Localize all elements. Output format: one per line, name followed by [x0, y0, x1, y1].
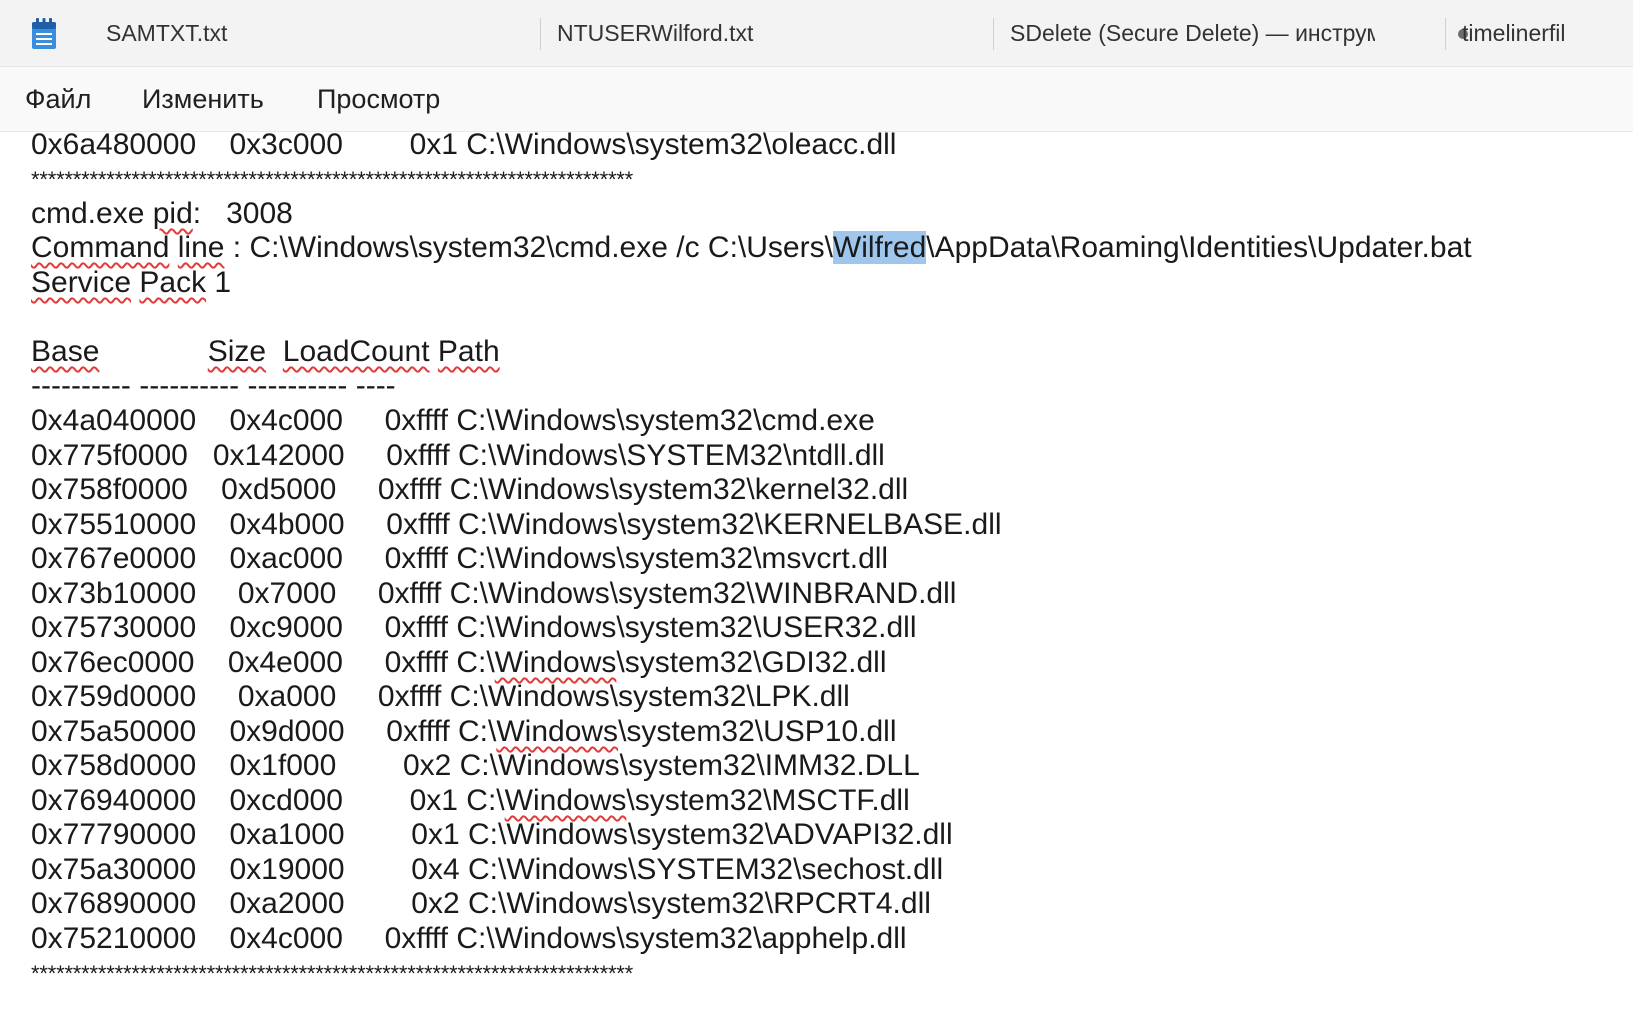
misspelled-word: Service: [31, 266, 132, 299]
separator-line: ****************************************…: [31, 167, 634, 192]
table-row: 0x76940000 0xcd000 0x1 C:\Windows\system…: [31, 783, 910, 819]
misspelled-word: Windows: [504, 784, 627, 817]
table-row: 0x758f0000 0xd5000 0xffff C:\Windows\sys…: [31, 473, 909, 506]
text: [169, 231, 177, 264]
header-size: Size: [207, 335, 267, 368]
table-row: 0x75730000 0xc9000 0xffff C:\Windows\sys…: [31, 611, 917, 644]
misspelled-word: Command: [31, 231, 170, 264]
menu-bar: Файл Изменить Просмотр: [0, 67, 1633, 132]
tab-separator: [1445, 18, 1446, 50]
table-row: 0x73b10000 0x7000 0xffff C:\Windows\syst…: [31, 577, 957, 610]
menu-file[interactable]: Файл: [25, 84, 91, 115]
table-row: 0x775f0000 0x142000 0xffff C:\Windows\SY…: [31, 439, 885, 472]
text: \system32\GDI32.dll: [616, 646, 887, 679]
text: \AppData\Roaming\Identities\Updater.bat: [926, 231, 1472, 264]
tab-label: NTUSERWilford.txt: [557, 20, 754, 46]
process-line: cmd.exe pid: 3008: [31, 196, 293, 232]
tab-label: SDelete (Secure Delete) — инструм: [1010, 20, 1375, 46]
tab-label: timelinerfil: [1462, 20, 1566, 46]
misspelled-word: line: [177, 231, 225, 264]
table-row: 0x75210000 0x4c000 0xffff C:\Windows\sys…: [31, 922, 907, 955]
text: \system32\USP10.dll: [618, 715, 897, 748]
text: [266, 335, 283, 368]
text: : 3008: [192, 197, 293, 230]
notepad-icon: [32, 18, 56, 49]
dash-line: ---------- ---------- ---------- ----: [31, 369, 396, 402]
misspelled-word: Windows: [496, 715, 619, 748]
menu-edit[interactable]: Изменить: [142, 84, 264, 115]
menu-view[interactable]: Просмотр: [317, 84, 440, 115]
text: [430, 335, 438, 368]
table-row: 0x4a040000 0x4c000 0xffff C:\Windows\sys…: [31, 404, 875, 437]
misspelled-word: Pack: [139, 266, 207, 299]
text: 0x75a50000 0x9d000 0xffff C:\: [31, 715, 497, 748]
text: [99, 335, 207, 368]
text-line: 0x6a480000 0x3c000 0x1 C:\Windows\system…: [31, 132, 897, 161]
table-row: 0x76890000 0xa2000 0x2 C:\Windows\system…: [31, 887, 931, 920]
separator-line: ****************************************…: [31, 961, 634, 986]
command-line: Command line : C:\Windows\system32\cmd.e…: [31, 230, 1472, 266]
text: 1: [206, 266, 232, 299]
tab-bar: SAMTXT.txt NTUSERWilford.txt SDelete (Se…: [0, 0, 1633, 67]
table-row: 0x77790000 0xa1000 0x1 C:\Windows\system…: [31, 818, 953, 851]
table-row: 0x75510000 0x4b000 0xffff C:\Windows\sys…: [31, 508, 1002, 541]
tab-samtxt[interactable]: SAMTXT.txt: [106, 0, 526, 67]
header-path: Path: [437, 335, 500, 368]
header-base: Base: [31, 335, 100, 368]
tab-label: SAMTXT.txt: [106, 20, 228, 46]
tab-separator: [540, 18, 541, 50]
table-row: 0x75a30000 0x19000 0x4 C:\Windows\SYSTEM…: [31, 853, 944, 886]
table-row: 0x75a50000 0x9d000 0xffff C:\Windows\sys…: [31, 714, 897, 750]
text: cmd.exe: [31, 197, 153, 230]
text-editor[interactable]: 0x6a480000 0x3c000 0x1 C:\Windows\system…: [0, 132, 1633, 1019]
tab-separator: [993, 18, 994, 50]
misspelled-word: Windows: [494, 646, 617, 679]
text: 0x76940000 0xcd000 0x1 C:\: [31, 784, 505, 817]
table-row: 0x76ec0000 0x4e000 0xffff C:\Windows\sys…: [31, 645, 886, 681]
text: : C:\Windows\system32\cmd.exe /c C:\User…: [224, 231, 833, 264]
table-row: 0x759d0000 0xa000 0xffff C:\Windows\syst…: [31, 680, 850, 713]
text: 0x76ec0000 0x4e000 0xffff C:\: [31, 646, 495, 679]
text: \system32\MSCTF.dll: [626, 784, 910, 817]
table-row: 0x758d0000 0x1f000 0x2 C:\Windows\system…: [31, 749, 920, 782]
header-loadcount: LoadCount: [282, 335, 430, 368]
selected-text: Wilfred: [832, 231, 927, 264]
tab-timelinerfil[interactable]: timelinerfil: [1462, 0, 1633, 67]
table-row: 0x767e0000 0xac000 0xffff C:\Windows\sys…: [31, 542, 889, 575]
service-pack-line: Service Pack 1: [31, 265, 231, 301]
header-line: Base Size LoadCount Path: [31, 334, 500, 370]
tab-sdelete[interactable]: SDelete (Secure Delete) — инструм: [1010, 0, 1375, 67]
misspelled-word: pid: [152, 197, 193, 230]
tab-ntuserwilford[interactable]: NTUSERWilford.txt: [557, 0, 977, 67]
